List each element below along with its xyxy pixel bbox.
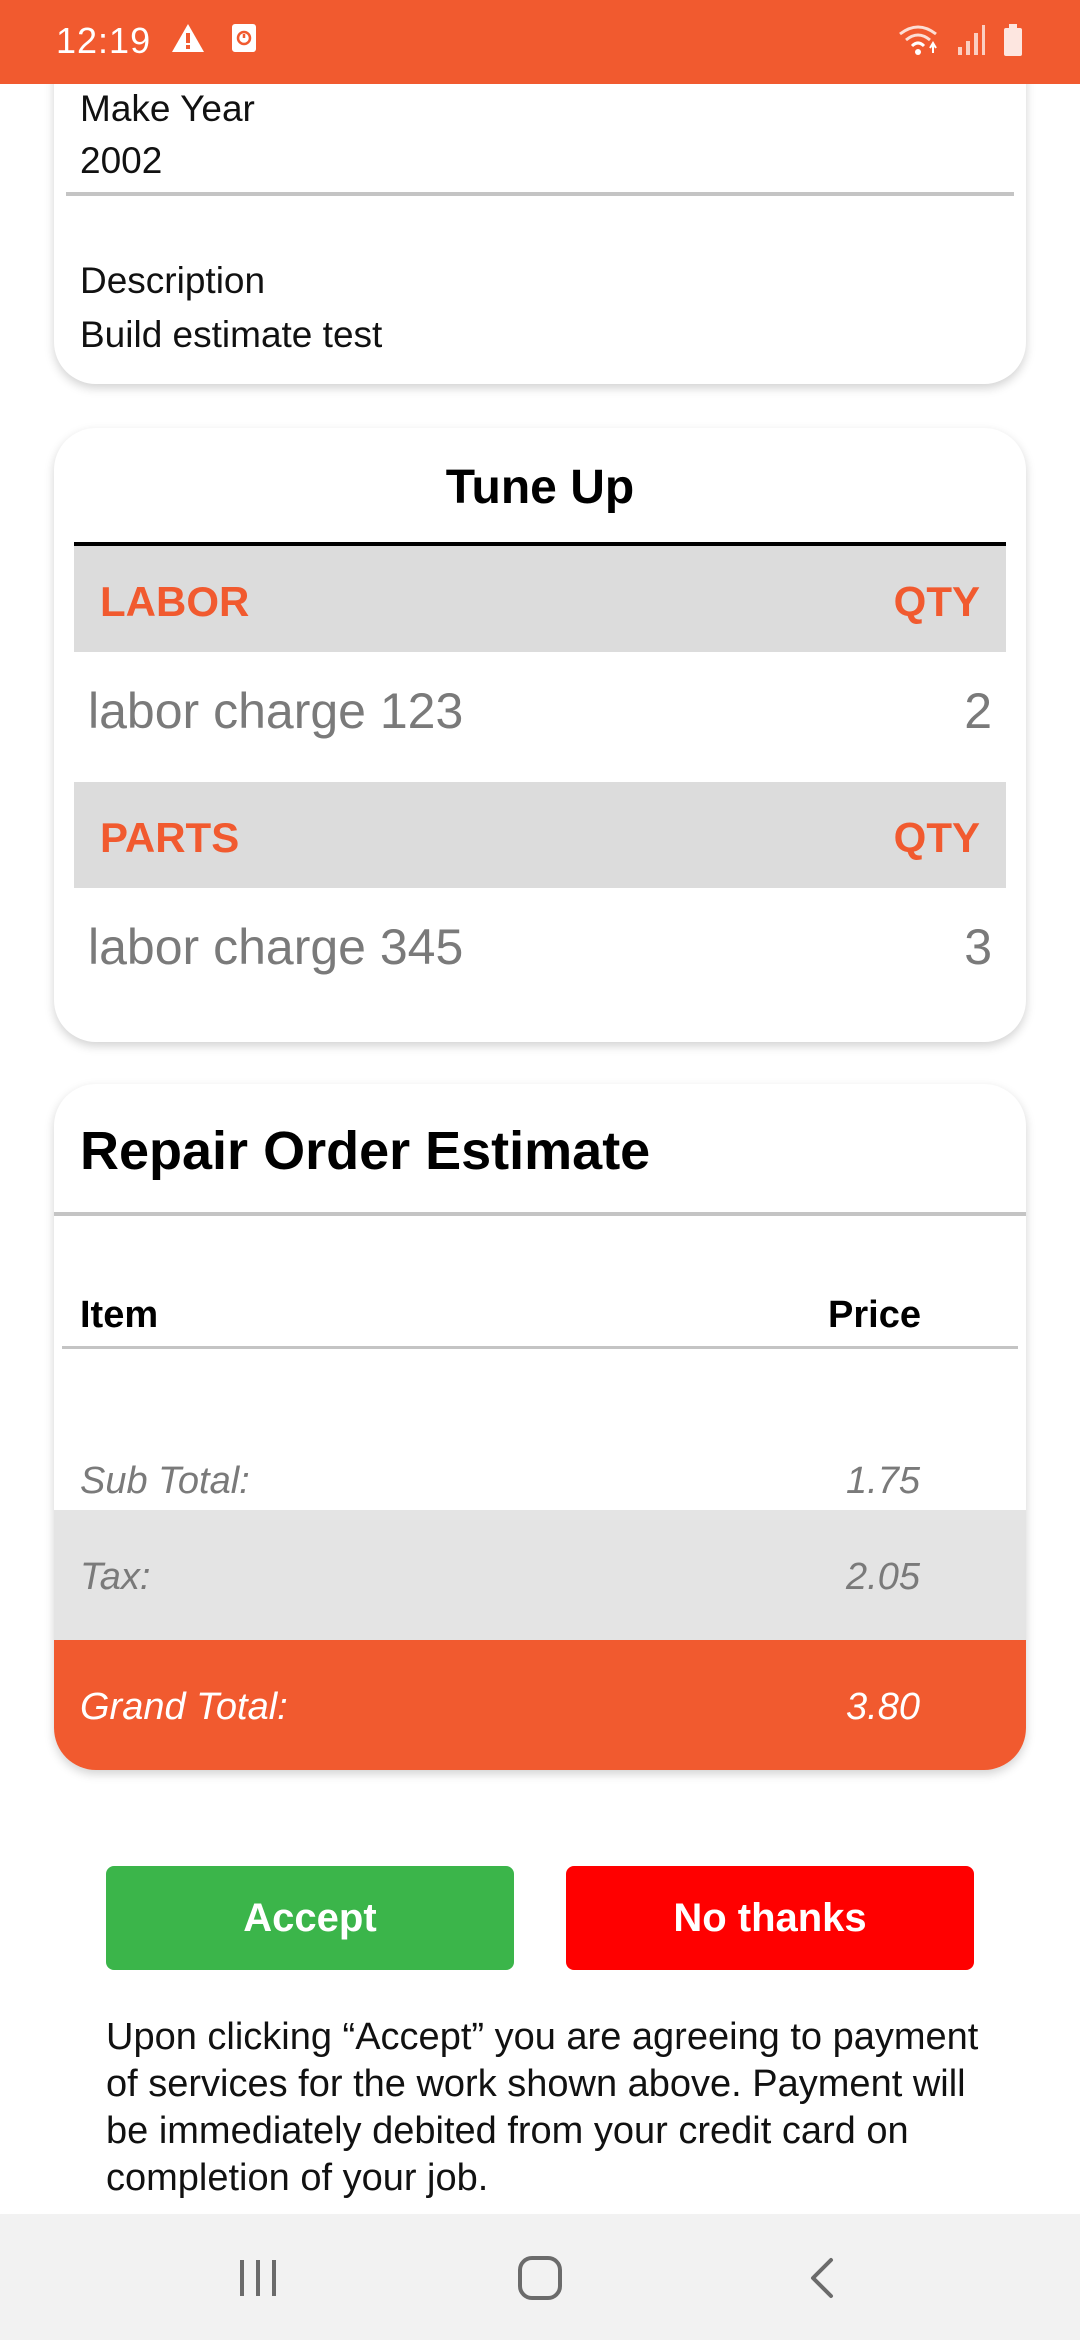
column-header-divider [62, 1346, 1018, 1349]
price-column-header: Price [828, 1294, 921, 1336]
labor-item-qty: 2 [964, 683, 992, 739]
battery-icon [1002, 23, 1024, 62]
description-label: Description [80, 260, 266, 301]
accept-button[interactable]: Accept [106, 1866, 514, 1970]
tax-row: Tax: 2.05 [54, 1510, 1026, 1642]
payment-disclaimer: Upon clicking “Accept” you are agreeing … [106, 2016, 979, 2199]
make-year-value: 2002 [80, 140, 163, 181]
status-left-icons [170, 22, 258, 59]
alarm-icon [230, 22, 258, 59]
grand-total-value: 3.80 [846, 1686, 920, 1728]
parts-item-row: labor charge 345 3 [74, 894, 1006, 994]
parts-header-label: PARTS [100, 814, 240, 861]
sub-total-value: 1.75 [846, 1460, 920, 1502]
estimate-title: Repair Order Estimate [80, 1121, 651, 1181]
estimate-title-divider [54, 1212, 1026, 1216]
parts-item-qty: 3 [964, 919, 992, 975]
tax-value: 2.05 [846, 1556, 920, 1598]
recent-apps-icon[interactable] [228, 2248, 288, 2308]
no-thanks-button[interactable]: No thanks [566, 1866, 974, 1970]
item-column-header: Item [80, 1294, 159, 1336]
wifi-icon [896, 22, 940, 63]
tax-label: Tax: [80, 1556, 151, 1598]
vehicle-divider [66, 192, 1014, 196]
labor-item-row: labor charge 123 2 [74, 658, 1006, 758]
parts-qty-header: QTY [893, 814, 980, 861]
parts-header: PARTS QTY [74, 782, 1006, 888]
signal-icon [956, 23, 986, 62]
scroll-content[interactable]: Make Year 2002 Description Build estimat… [0, 84, 1080, 2214]
grand-total-row: Grand Total: 3.80 [54, 1640, 1026, 1770]
vehicle-info-card: Make Year 2002 Description Build estimat… [54, 84, 1026, 384]
labor-header: LABOR QTY [74, 546, 1006, 652]
grand-total-label: Grand Total: [80, 1686, 288, 1728]
sub-total-label: Sub Total: [80, 1460, 250, 1502]
make-year-label: Make Year [80, 88, 255, 129]
parts-item-name: labor charge 345 [88, 919, 464, 975]
service-title: Tune Up [445, 461, 635, 514]
home-icon[interactable] [510, 2248, 570, 2308]
navigation-bar [0, 2214, 1080, 2340]
status-time: 12:19 [56, 20, 152, 61]
labor-qty-header: QTY [893, 578, 980, 625]
labor-item-name: labor charge 123 [88, 683, 464, 739]
back-icon[interactable] [792, 2248, 852, 2308]
labor-header-label: LABOR [100, 578, 250, 625]
status-bar: 12:19 [0, 0, 1080, 84]
estimate-card: Repair Order Estimate Item Price Sub Tot… [54, 1084, 1026, 1770]
description-value: Build estimate test [80, 314, 383, 355]
service-card: Tune Up LABOR QTY labor charge 123 2 PAR… [54, 428, 1026, 1042]
status-right-icons [896, 22, 1024, 63]
warning-icon [170, 22, 206, 59]
